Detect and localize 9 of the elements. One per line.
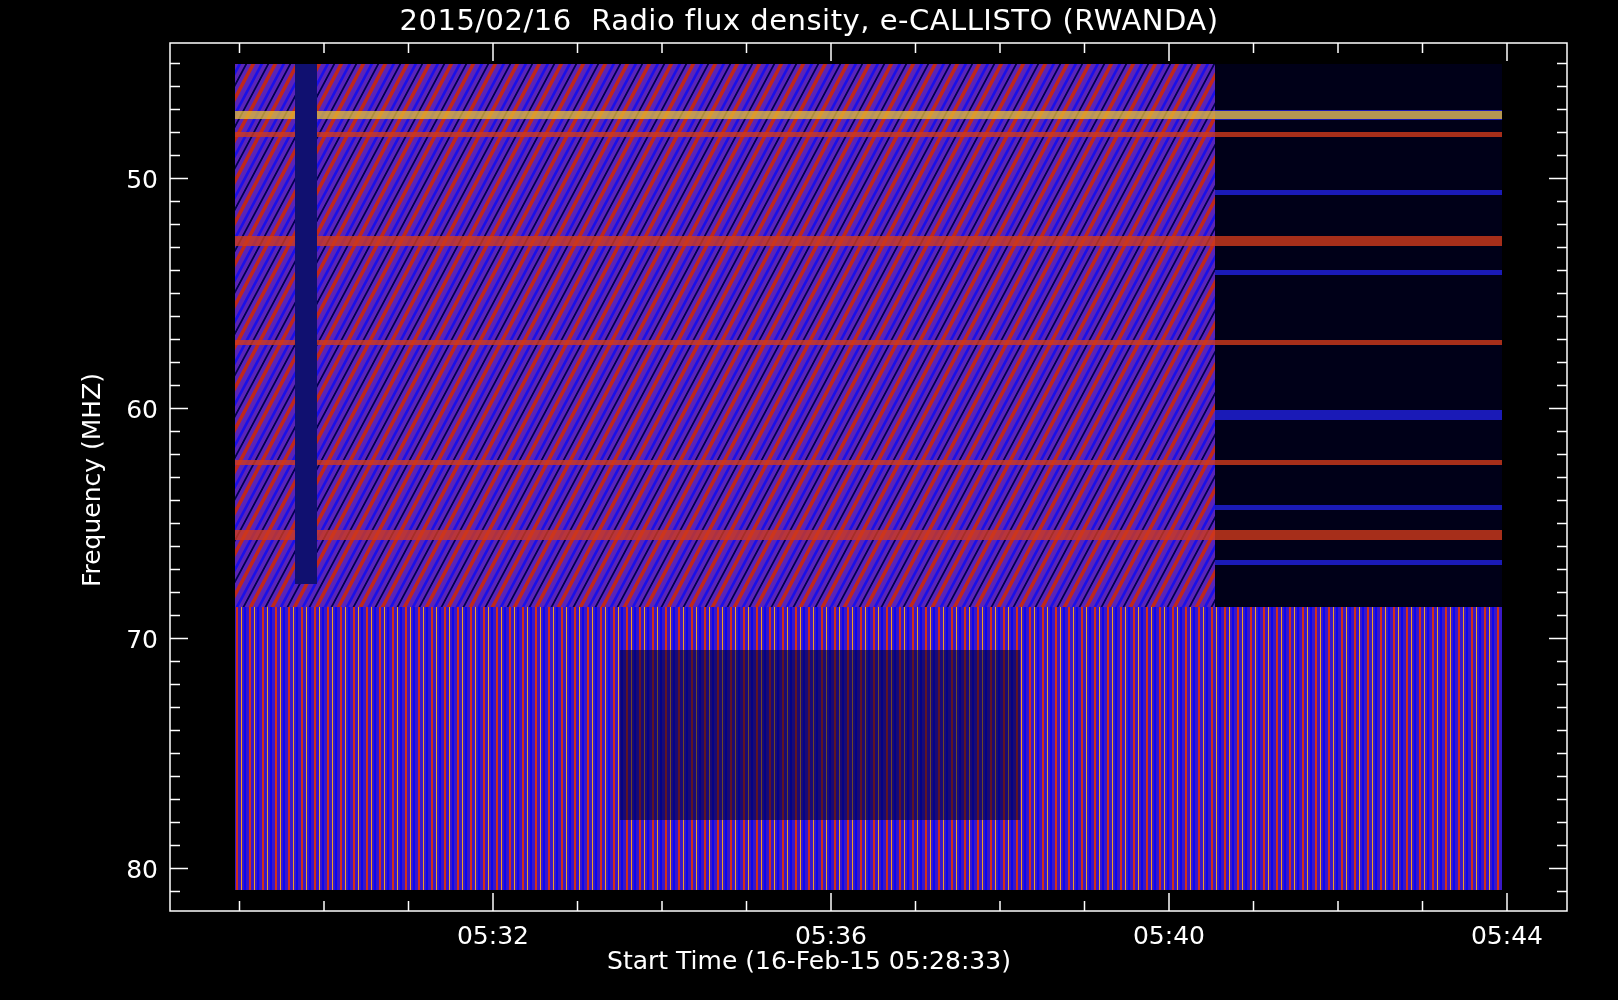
x-tick-label: 05:44 — [1471, 921, 1543, 950]
y-axis-label: Frequency (MHZ) — [77, 372, 106, 588]
y-tick-label: 50 — [126, 164, 158, 194]
y-tick-label: 70 — [126, 624, 158, 654]
x-tick-label: 05:32 — [457, 921, 529, 950]
y-tick-label: 60 — [126, 394, 158, 424]
x-tick-label: 05:40 — [1133, 921, 1205, 950]
y-tick-label: 80 — [126, 854, 158, 884]
plot-title: 2015/02/16 Radio flux density, e-CALLISTO (RWANDA) — [399, 2, 1219, 39]
